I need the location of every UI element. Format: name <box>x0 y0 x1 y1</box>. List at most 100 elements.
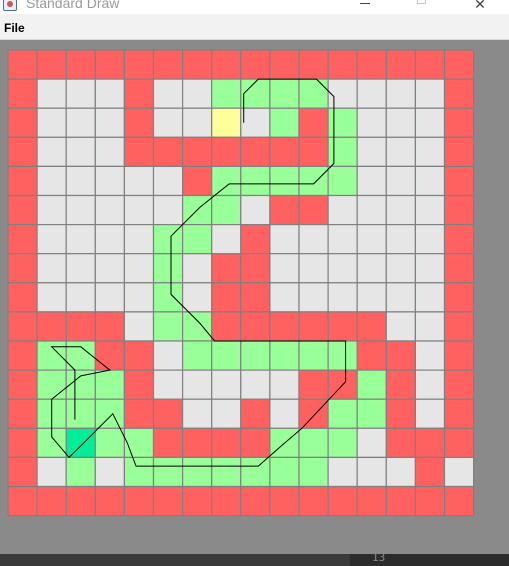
maze-cell-wall <box>36 49 67 80</box>
minimize-button[interactable] <box>350 0 380 14</box>
maze-cell-floor <box>298 282 329 313</box>
maze-cell-floor <box>211 224 242 255</box>
maze-cell-wall <box>356 485 387 517</box>
maze-cell-path <box>269 78 300 109</box>
maze-cells <box>7 49 475 517</box>
maze-cell-wall <box>123 369 155 400</box>
maze-cell-wall <box>211 311 242 342</box>
drawing-canvas-area <box>0 40 509 554</box>
maze-cell-path <box>240 456 271 488</box>
maze-cell-path <box>327 340 358 371</box>
minimize-icon <box>360 3 370 4</box>
maze-cell-floor <box>356 165 387 197</box>
maze-cell-floor <box>152 194 184 226</box>
maze-cell-floor <box>94 107 126 138</box>
maze-cell-floor <box>123 253 155 284</box>
menu-file[interactable]: File <box>4 21 25 35</box>
maze-cell-wall <box>123 340 155 371</box>
maze-cell-wall <box>385 427 416 458</box>
maximize-button[interactable] <box>406 0 436 14</box>
maze-cell-floor <box>414 194 446 226</box>
maze-cell-wall <box>269 485 300 517</box>
maze-cell-path <box>356 369 387 400</box>
maze-cell-floor <box>65 282 96 313</box>
title-bar: Standard Draw ✕ <box>0 0 509 14</box>
maze-cell-wall <box>327 311 358 342</box>
maze-cell-wall <box>7 107 38 138</box>
maze-cell-wall <box>298 311 329 342</box>
maze-cell-floor <box>385 136 416 168</box>
maze-cell-path <box>182 311 213 342</box>
maze-cell-wall <box>414 427 446 458</box>
maze-cell-floor <box>182 398 213 429</box>
maze-cell-wall <box>443 427 475 458</box>
maze-cell-wall <box>211 136 242 168</box>
maze-cell-floor <box>385 78 416 109</box>
maze-cell-path <box>327 165 358 197</box>
maze-cell-path <box>269 340 300 371</box>
maze-cell-floor <box>356 136 387 168</box>
maze-cell-wall <box>7 136 38 168</box>
maze-cell-path <box>36 369 67 400</box>
maze-cell-path <box>211 456 242 488</box>
maze-cell-floor <box>327 253 358 284</box>
close-button[interactable]: ✕ <box>465 0 495 14</box>
maze-cell-wall <box>385 49 416 80</box>
maze-cell-wall <box>123 398 155 429</box>
maze-cell-wall <box>94 311 126 342</box>
maze-cell-floor <box>269 253 300 284</box>
maze-cell-wall <box>7 194 38 226</box>
maze-cell-wall <box>385 369 416 400</box>
maze-cell-floor <box>123 165 155 197</box>
maze-cell-path <box>298 340 329 371</box>
maze-cell-path <box>65 456 96 488</box>
maze-cell-wall <box>240 427 271 458</box>
maze-cell-path <box>327 136 358 168</box>
maze-cell-floor <box>182 253 213 284</box>
maze-cell-floor <box>414 107 446 138</box>
maze-cell-wall <box>298 49 329 80</box>
maze-cell-wall <box>385 398 416 429</box>
maze-cell-wall <box>240 253 271 284</box>
maze-cell-wall <box>152 136 184 168</box>
maze-cell-path <box>182 224 213 255</box>
maze-cell-floor <box>182 78 213 109</box>
maze-cell-wall <box>123 78 155 109</box>
maze-cell-wall <box>356 49 387 80</box>
maze-cell-wall <box>298 369 329 400</box>
maze-cell-wall <box>7 456 38 488</box>
maze-cell-wall <box>211 282 242 313</box>
maze-cell-path <box>269 165 300 197</box>
maze-cell-wall <box>240 136 271 168</box>
maze-cell-floor <box>152 340 184 371</box>
maze-cell-path <box>327 107 358 138</box>
maze-cell-wall <box>269 49 300 80</box>
maze-cell-floor <box>152 107 184 138</box>
maze-cell-floor <box>94 282 126 313</box>
maze-cell-floor <box>36 136 67 168</box>
maze-cell-floor <box>356 107 387 138</box>
maze-cell-wall <box>36 311 67 342</box>
maze-cell-path <box>211 165 242 197</box>
maze-cell-floor <box>356 427 387 458</box>
maze-cell-floor <box>182 369 213 400</box>
maze-cell-path <box>211 78 242 109</box>
maze-cell-wall <box>298 194 329 226</box>
maze-cell-wall <box>240 311 271 342</box>
window-title: Standard Draw <box>26 0 120 11</box>
maze-cell-wall <box>152 427 184 458</box>
maze-cell-floor <box>240 369 271 400</box>
maze-cell-floor <box>94 165 126 197</box>
maze-cell-floor <box>65 194 96 226</box>
maze-cell-floor <box>327 194 358 226</box>
maze-cell-wall <box>94 485 126 517</box>
maze-cell-goal <box>65 427 96 458</box>
maze-cell-floor <box>65 253 96 284</box>
maze-cell-floor <box>414 398 446 429</box>
maze-cell-floor <box>269 369 300 400</box>
maze-cell-floor <box>152 165 184 197</box>
maximize-icon <box>416 0 426 4</box>
maze-cell-wall <box>182 485 213 517</box>
maze-cell-floor <box>414 369 446 400</box>
maze-cell-path <box>36 340 67 371</box>
